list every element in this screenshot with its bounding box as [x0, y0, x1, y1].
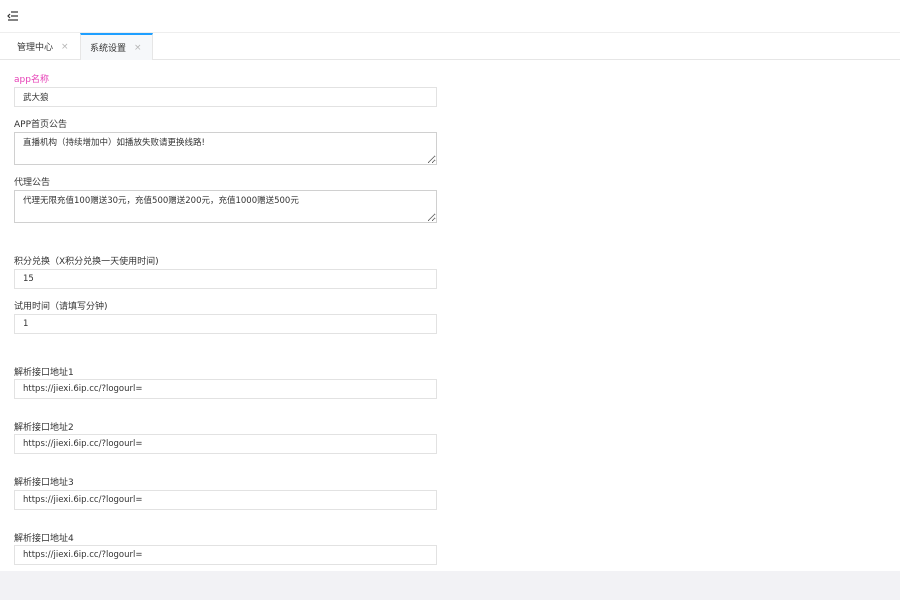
points-exchange-input[interactable]	[14, 269, 437, 289]
parse-api-4-input[interactable]	[14, 545, 437, 565]
parse-api-2-input[interactable]	[14, 434, 437, 454]
parse-api-1-label: 解析接口地址1	[14, 368, 74, 378]
tab-label: 系统设置	[90, 44, 127, 54]
top-bar	[0, 0, 900, 33]
footer-bar	[0, 571, 900, 600]
home-notice-textarea[interactable]: 直播机构（持续增加中）如播放失败请更换线路!	[14, 132, 437, 165]
agent-notice-label: 代理公告	[14, 178, 51, 188]
app-name-label: app名称	[14, 75, 49, 85]
trial-time-label: 试用时间（请填写分钟)	[14, 302, 108, 312]
parse-api-3-input[interactable]	[14, 490, 437, 510]
agent-notice-textarea[interactable]: 代理无限充值100赠送30元，充值500赠送200元，充值1000赠送500元	[14, 190, 437, 223]
close-icon[interactable]: ×	[134, 43, 142, 53]
parse-api-4-label: 解析接口地址4	[14, 534, 74, 544]
menu-fold-icon[interactable]	[6, 9, 20, 23]
tab-management-center[interactable]: 管理中心 ×	[0, 33, 80, 60]
tab-label: 管理中心	[17, 43, 54, 53]
parse-api-1-input[interactable]	[14, 379, 437, 399]
tab-bar: 管理中心 × 系统设置 ×	[0, 33, 900, 60]
parse-api-2-label: 解析接口地址2	[14, 423, 74, 433]
trial-time-input[interactable]	[14, 314, 437, 334]
parse-api-3-label: 解析接口地址3	[14, 478, 74, 488]
home-notice-label: APP首页公告	[14, 120, 68, 130]
app-name-input[interactable]	[14, 87, 437, 107]
close-icon[interactable]: ×	[61, 42, 69, 52]
points-exchange-label: 积分兑换（X积分兑换一天使用时间)	[14, 257, 159, 267]
tab-system-settings[interactable]: 系统设置 ×	[80, 33, 153, 60]
settings-form: app名称 APP首页公告 直播机构（持续增加中）如播放失败请更换线路! 代理公…	[0, 61, 900, 571]
